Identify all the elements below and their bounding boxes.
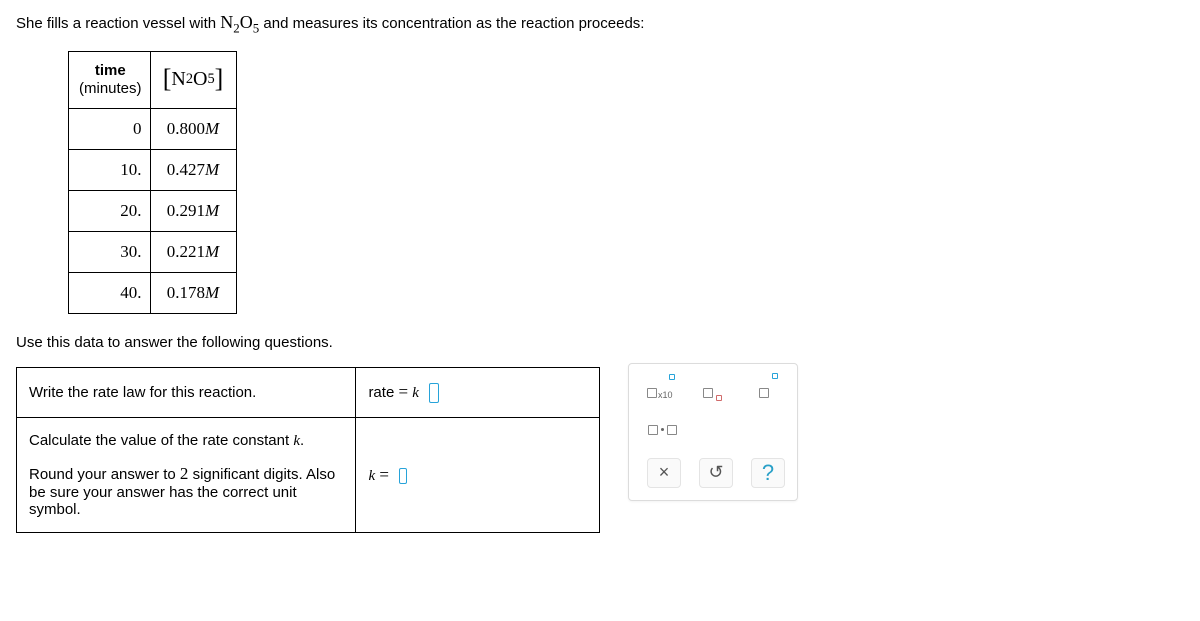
- use-data-prompt: Use this data to answer the following qu…: [16, 334, 1184, 351]
- cell-c1-u: M: [205, 160, 219, 179]
- cell-c4-u: M: [205, 283, 219, 302]
- header-concentration: [N2O5]: [150, 51, 236, 108]
- hdr-chem-n: N: [171, 68, 185, 91]
- cell-t1: 10.: [69, 149, 151, 190]
- q1-prompt-cell: Write the rate law for this reaction.: [17, 367, 356, 417]
- cell-c3-v: 0.221: [167, 242, 205, 261]
- cell-t0: 0: [69, 108, 151, 149]
- cell-c0-v: 0.800: [167, 119, 205, 138]
- template-subscript-button[interactable]: [703, 374, 733, 402]
- intro-pre: She fills a reaction vessel with: [16, 15, 220, 32]
- q1-answer-cell: rate = k: [356, 367, 600, 417]
- table-row: 20. 0.291M: [69, 190, 237, 231]
- q2-l1b: .: [300, 432, 304, 449]
- table-row: 40. 0.178M: [69, 272, 237, 313]
- help-button[interactable]: ?: [751, 458, 785, 488]
- answer-table: Write the rate law for this reaction. ra…: [16, 367, 600, 533]
- cell-c2-u: M: [205, 201, 219, 220]
- intro-chem-n: N: [220, 12, 233, 32]
- template-dot-button[interactable]: [647, 416, 677, 444]
- x10-label: x10: [658, 390, 673, 400]
- intro-post: and measures its concentration as the re…: [259, 15, 644, 32]
- q1-input-slot[interactable]: [429, 383, 439, 403]
- q2-k-prompt: k: [293, 433, 300, 449]
- q2-answer-cell: k =: [356, 417, 600, 532]
- cell-t4: 40.: [69, 272, 151, 313]
- q2-l2a: Round your answer to: [29, 466, 180, 483]
- q2-input-slot[interactable]: [399, 468, 407, 484]
- hdr-chem-s2: 5: [207, 71, 214, 88]
- hdr-chem-o: O: [193, 68, 207, 91]
- q1-rate-label: rate: [368, 384, 398, 401]
- header-time: time (minutes): [69, 51, 151, 108]
- cell-c4: 0.178M: [150, 272, 236, 313]
- q2-prompt-cell: Calculate the value of the rate constant…: [17, 417, 356, 532]
- clear-button[interactable]: ×: [647, 458, 681, 488]
- q1-prompt: Write the rate law for this reaction.: [29, 384, 256, 401]
- intro-text: She fills a reaction vessel with N2O5 an…: [16, 12, 1184, 37]
- q2-l1a: Calculate the value of the rate constant: [29, 432, 293, 449]
- cell-c2-v: 0.291: [167, 201, 205, 220]
- cell-c0: 0.800M: [150, 108, 236, 149]
- symbol-palette: x10 × ↺: [628, 363, 798, 501]
- cell-c3: 0.221M: [150, 231, 236, 272]
- template-scientific-button[interactable]: x10: [647, 374, 677, 402]
- undo-button[interactable]: ↺: [699, 458, 733, 488]
- hdr-chem-s1: 2: [186, 71, 193, 88]
- template-superscript-button[interactable]: [759, 374, 789, 402]
- concentration-table: time (minutes) [N2O5] 0 0.800M 10. 0.427…: [68, 51, 237, 314]
- table-row: 0 0.800M: [69, 108, 237, 149]
- cell-c3-u: M: [205, 242, 219, 261]
- q2-eq: =: [375, 465, 393, 484]
- table-row: 10. 0.427M: [69, 149, 237, 190]
- q1-k: k: [412, 385, 419, 401]
- intro-chem-o: O: [240, 12, 253, 32]
- header-time-l1: time: [95, 62, 126, 79]
- header-time-l2: (minutes): [79, 80, 142, 97]
- cell-t2: 20.: [69, 190, 151, 231]
- cell-c1: 0.427M: [150, 149, 236, 190]
- cell-c2: 0.291M: [150, 190, 236, 231]
- cell-c0-u: M: [205, 119, 219, 138]
- cell-t3: 30.: [69, 231, 151, 272]
- cell-c4-v: 0.178: [167, 283, 205, 302]
- q1-eq: =: [398, 382, 412, 401]
- table-row: 30. 0.221M: [69, 231, 237, 272]
- cell-c1-v: 0.427: [167, 160, 205, 179]
